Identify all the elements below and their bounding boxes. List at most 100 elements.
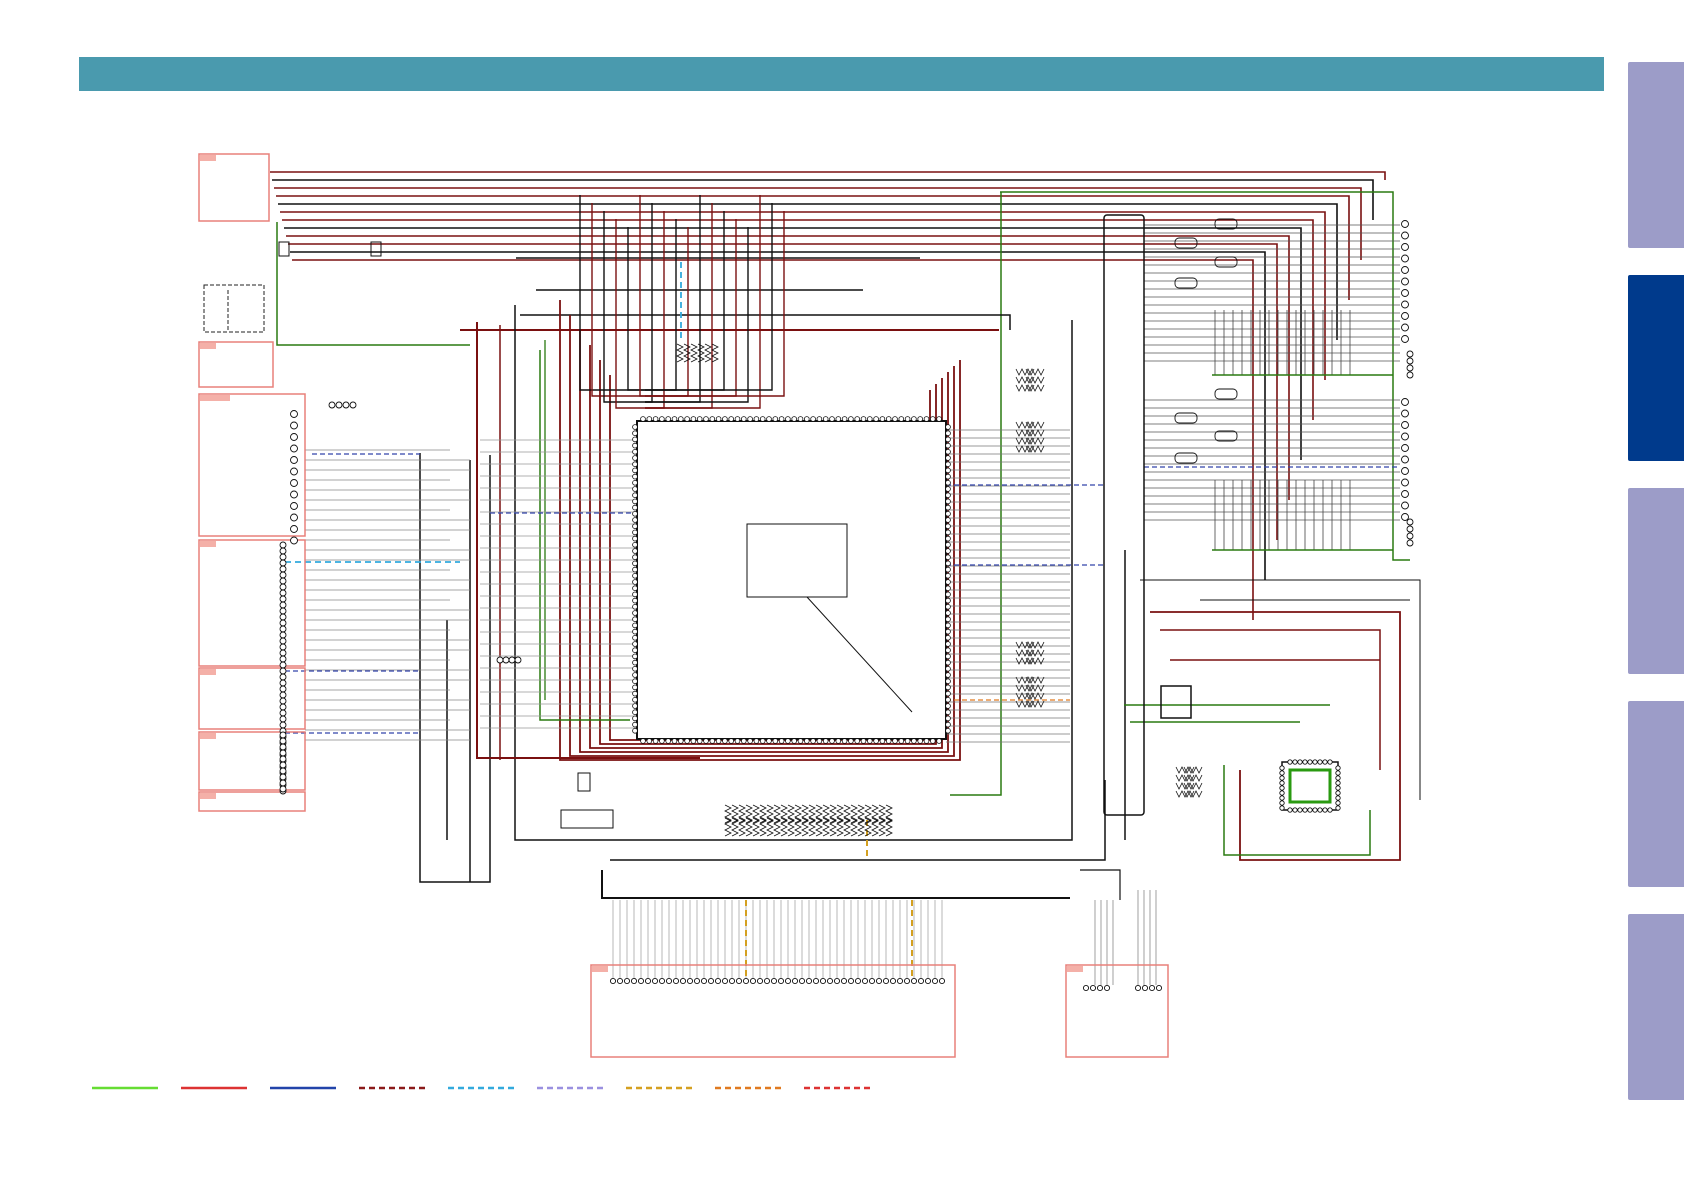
resistor — [850, 817, 858, 837]
connector-pin — [1406, 350, 1414, 358]
wire — [645, 203, 653, 403]
connector-pin — [279, 685, 287, 693]
ic-pin — [945, 659, 951, 666]
ic-pin — [816, 416, 823, 422]
ic-pin — [945, 424, 951, 430]
wire — [639, 195, 645, 397]
resistor — [683, 343, 691, 363]
connector-pin — [1401, 467, 1409, 475]
connector-pin — [896, 977, 904, 985]
wire — [272, 179, 1374, 220]
connector-pin — [1279, 770, 1285, 776]
connector-pin — [889, 977, 897, 985]
connector-pin — [279, 749, 287, 757]
connector-pin — [826, 977, 834, 985]
connector-pin — [290, 479, 298, 487]
connector-pin — [1279, 800, 1285, 806]
connector-pin — [1401, 501, 1409, 510]
ic-pin — [945, 628, 951, 635]
ic-pin — [640, 738, 646, 744]
connector-pin — [1401, 277, 1409, 286]
ic-pin — [822, 738, 829, 744]
ic-pin — [945, 436, 951, 443]
connector-pin — [665, 977, 673, 985]
ic-pin — [945, 448, 951, 455]
ic-pin — [632, 672, 638, 678]
ic-pin — [945, 591, 951, 598]
ic-pin — [659, 738, 665, 744]
connector-pin — [1312, 759, 1318, 765]
ic-pin — [835, 416, 842, 422]
main-ic — [632, 416, 951, 744]
wire — [1160, 629, 1381, 770]
connector-pin — [1401, 300, 1409, 309]
connector-frame-left-3 — [198, 393, 306, 537]
ic-pin — [747, 738, 753, 744]
connector-pin — [279, 673, 287, 681]
connector-pin — [875, 977, 883, 985]
ic-pin — [632, 628, 638, 635]
ic-pin — [690, 416, 697, 422]
connector-pin — [279, 595, 287, 603]
connector-pin — [1327, 759, 1333, 765]
connector-pin — [279, 731, 287, 739]
ic-pin — [904, 738, 911, 744]
ic-pin — [854, 416, 860, 422]
component-pair — [1174, 277, 1198, 289]
connector-pin — [1279, 780, 1285, 786]
connector-pin — [279, 743, 287, 751]
resistor — [815, 817, 823, 837]
connector-pin — [279, 691, 287, 699]
connector-pin — [1335, 805, 1341, 811]
ic-pin — [632, 448, 638, 455]
ic-pin — [945, 442, 951, 449]
resistor — [885, 817, 893, 837]
ic-pin — [866, 416, 873, 422]
ic-pin — [892, 416, 898, 422]
ic-pin — [632, 703, 638, 709]
connector-pin — [328, 401, 336, 409]
ic-pin — [945, 603, 951, 610]
connector-pin — [1317, 759, 1323, 765]
ic-pin — [632, 498, 638, 505]
connector-pin — [1406, 357, 1414, 365]
ic-pin — [632, 554, 638, 560]
connector-pin — [700, 977, 708, 985]
connector-pin — [279, 721, 287, 729]
connector-pin — [290, 525, 298, 533]
connector-pin — [279, 553, 287, 561]
resistor — [697, 343, 705, 363]
resistor — [794, 817, 802, 837]
ic-pin — [677, 738, 684, 744]
connector-pin — [279, 625, 287, 633]
connector-pin — [658, 977, 666, 985]
connector-pin — [819, 977, 827, 985]
connector-frame-left-5 — [198, 667, 306, 730]
connector-pin — [290, 490, 298, 499]
connector-pin — [721, 977, 729, 985]
connector-pin — [1401, 335, 1409, 343]
ic-pin — [810, 416, 816, 422]
ic-pin — [848, 738, 854, 744]
connector-pin — [1401, 409, 1409, 418]
connector-pin — [1406, 525, 1414, 533]
connector-pin — [1401, 323, 1409, 332]
connector-pin — [279, 679, 287, 687]
ic-pin — [797, 416, 804, 422]
ic-pin — [632, 610, 638, 616]
resistor — [752, 817, 760, 837]
ic-pin — [945, 703, 951, 709]
ic-pin — [632, 721, 638, 728]
connector-pin — [335, 401, 343, 409]
resistor — [878, 817, 886, 837]
connector-pin — [279, 619, 287, 627]
ic-pin — [945, 572, 951, 579]
connector-pin — [910, 977, 918, 985]
connector-pin — [279, 655, 287, 663]
connector-pin — [1297, 807, 1303, 813]
ic-pin — [709, 416, 716, 422]
ic-pin — [945, 548, 951, 554]
resistor — [871, 817, 879, 837]
ic-pin — [684, 738, 690, 744]
connector-pin — [1335, 785, 1341, 791]
